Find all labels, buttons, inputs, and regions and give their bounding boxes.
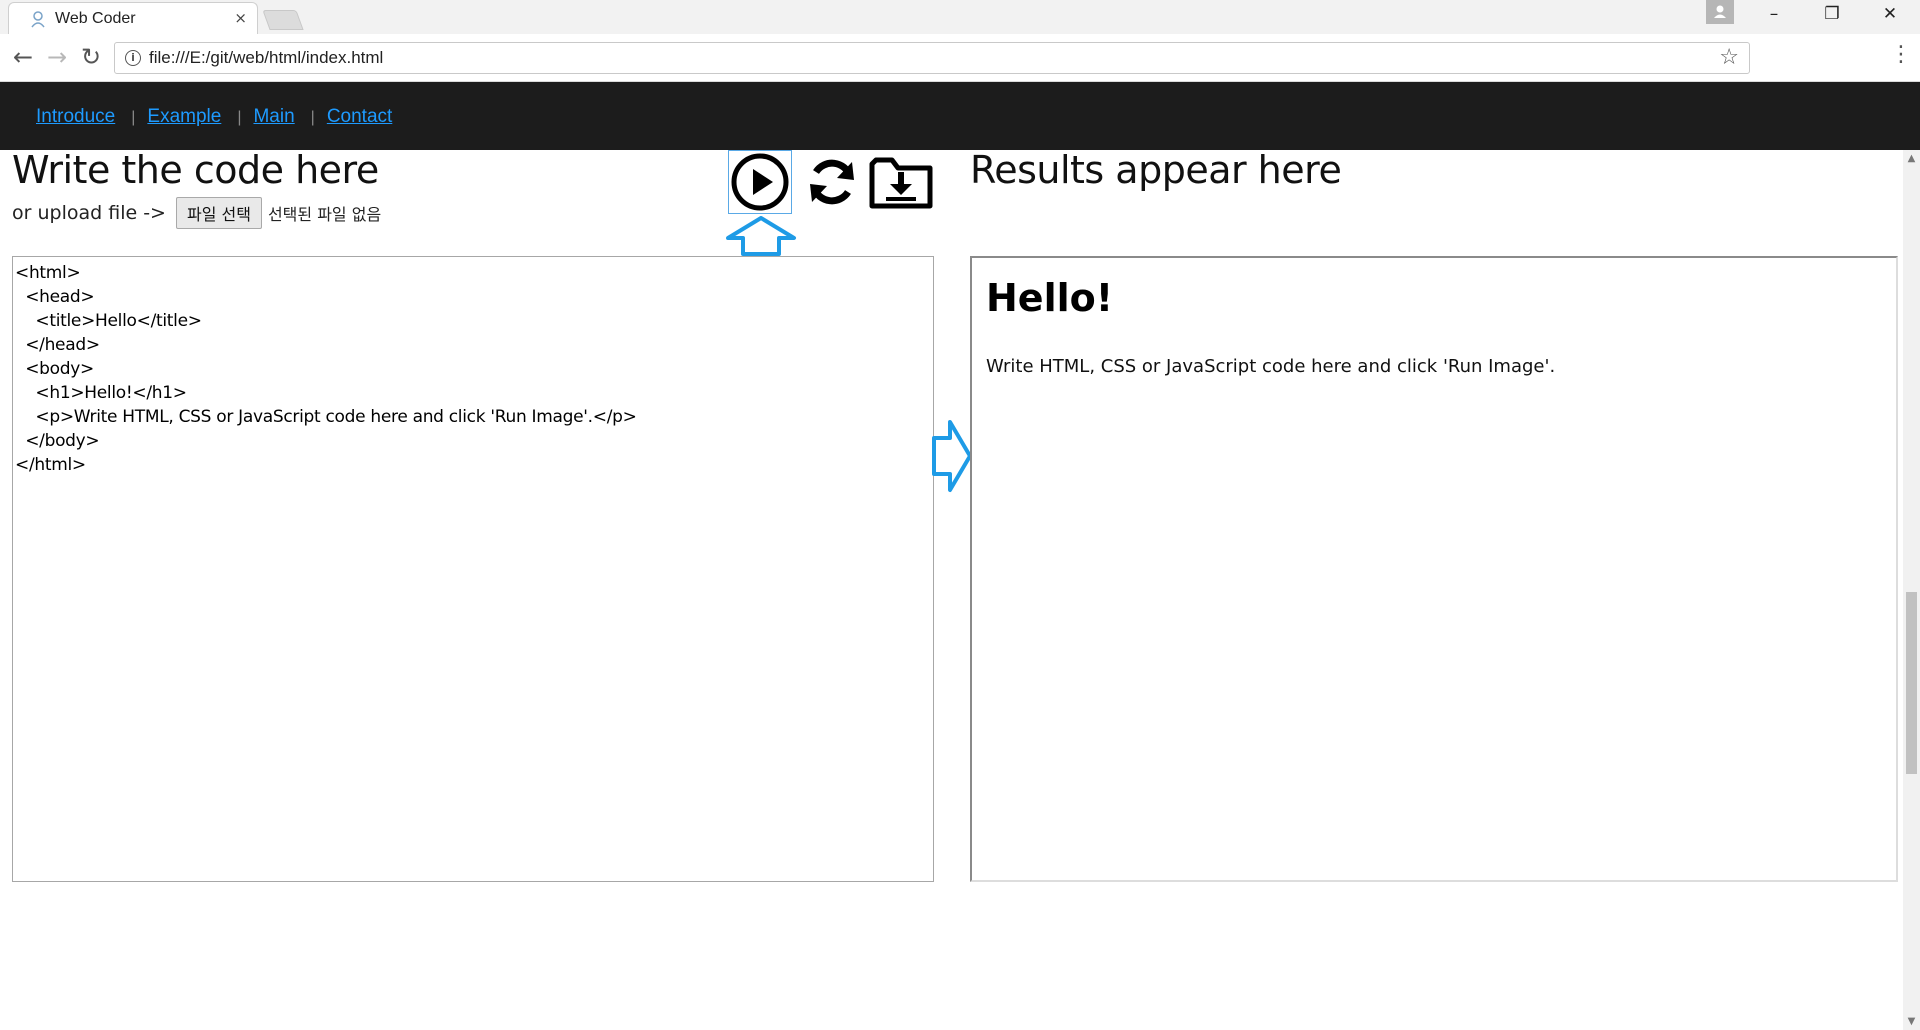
editor-heading: Write the code here xyxy=(12,148,379,192)
download-folder-icon[interactable] xyxy=(868,154,934,210)
code-lines: <html> <head> <title>Hello</title> </hea… xyxy=(13,257,933,481)
code-line: <html> xyxy=(15,263,81,283)
browser-tab[interactable]: Web Coder × xyxy=(8,2,258,34)
code-line: </head> xyxy=(15,335,100,355)
run-button[interactable] xyxy=(728,150,792,214)
browser-toolbar: ← → ↻ i file:///E:/git/web/html/index.ht… xyxy=(0,34,1920,82)
close-window-button[interactable]: ✕ xyxy=(1866,4,1914,30)
nav-link-example[interactable]: Example xyxy=(147,106,221,127)
forward-arrow-icon[interactable]: → xyxy=(42,42,72,72)
scroll-thumb[interactable] xyxy=(1906,592,1917,774)
right-arrow-icon xyxy=(932,420,972,492)
page-scrollbar[interactable]: ▲ ▼ xyxy=(1903,150,1920,1030)
reload-icon[interactable] xyxy=(804,154,860,210)
code-line: </body> xyxy=(15,431,100,451)
choose-file-button[interactable]: 파일 선택 xyxy=(175,197,262,229)
code-line: <head> xyxy=(15,287,95,307)
upload-row: or upload file -> 파일 선택 선택된 파일 없음 xyxy=(12,197,381,229)
minimize-button[interactable]: – xyxy=(1750,4,1798,30)
nav-link-introduce[interactable]: Introduce xyxy=(36,106,115,127)
code-editor[interactable]: <html> <head> <title>Hello</title> </hea… xyxy=(12,256,934,882)
result-paragraph: Write HTML, CSS or JavaScript code here … xyxy=(986,356,1556,377)
user-icon[interactable] xyxy=(1706,0,1734,24)
back-arrow-icon[interactable]: ← xyxy=(8,42,38,72)
scroll-down-icon[interactable]: ▼ xyxy=(1903,1013,1920,1030)
code-line: <h1>Hello!</h1> xyxy=(15,383,187,403)
result-preview[interactable]: Hello! Write HTML, CSS or JavaScript cod… xyxy=(970,256,1898,882)
nav-separator: | xyxy=(237,109,242,126)
favicon-icon xyxy=(31,11,45,28)
url-text[interactable]: file:///E:/git/web/html/index.html xyxy=(149,48,383,68)
restore-button[interactable]: ❐ xyxy=(1808,4,1856,30)
nav-separator: | xyxy=(131,109,136,126)
nav-links: Introduce | Example | Main | Contact xyxy=(36,106,392,128)
scroll-up-icon[interactable]: ▲ xyxy=(1903,150,1920,167)
upload-label: or upload file -> xyxy=(12,202,166,224)
nav-separator: | xyxy=(310,109,315,126)
code-line: </html> xyxy=(15,455,86,475)
address-bar[interactable]: i file:///E:/git/web/html/index.html ☆ xyxy=(114,42,1750,74)
reload-page-icon[interactable]: ↻ xyxy=(76,42,106,72)
bookmark-star-icon[interactable]: ☆ xyxy=(1719,45,1739,70)
code-line: <title>Hello</title> xyxy=(15,311,202,331)
play-icon xyxy=(731,153,789,211)
browser-menu-icon[interactable]: ⋮ xyxy=(1890,42,1912,67)
tab-title: Web Coder xyxy=(55,10,136,27)
up-arrow-icon xyxy=(726,216,796,256)
site-nav: Introduce | Example | Main | Contact xyxy=(0,82,1920,150)
nav-link-contact[interactable]: Contact xyxy=(327,106,392,127)
code-line: <body> xyxy=(15,359,94,379)
code-line: <p>Write HTML, CSS or JavaScript code he… xyxy=(15,407,637,427)
tab-close-icon[interactable]: × xyxy=(234,9,247,27)
result-title: Hello! xyxy=(986,276,1114,320)
nav-link-main[interactable]: Main xyxy=(253,106,294,127)
browser-tabstrip: Web Coder × – ❐ ✕ xyxy=(0,0,1920,34)
file-status: 선택된 파일 없음 xyxy=(267,205,382,224)
info-icon[interactable]: i xyxy=(125,50,141,66)
result-heading: Results appear here xyxy=(970,148,1342,192)
new-tab-button[interactable] xyxy=(262,10,304,30)
